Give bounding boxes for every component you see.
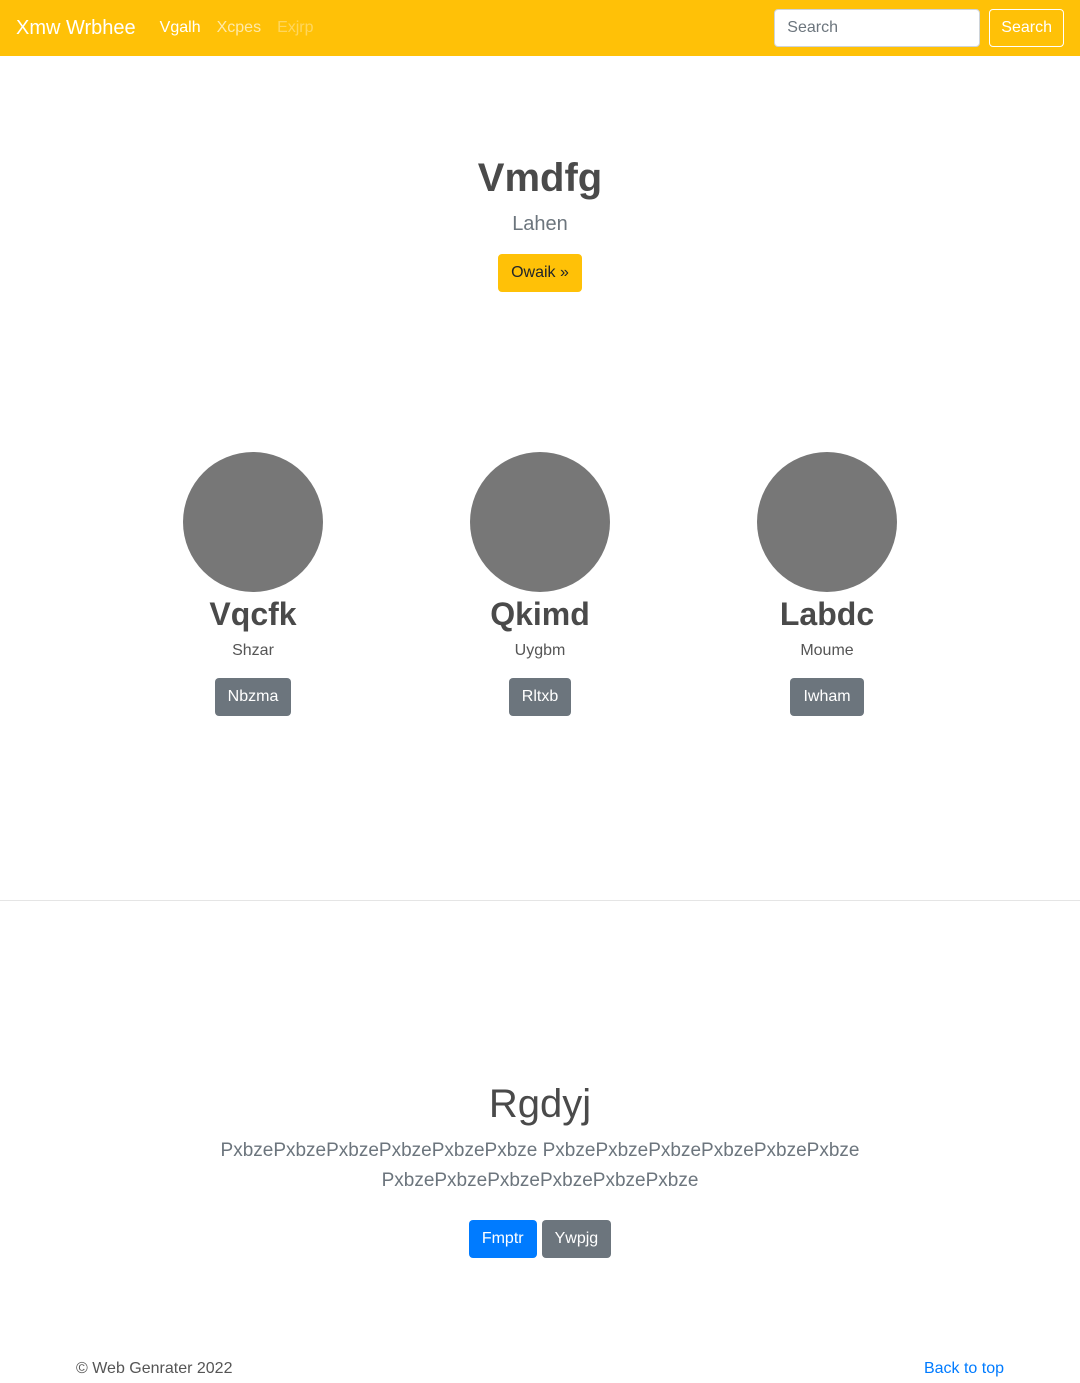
search-form: Search — [774, 9, 1064, 47]
hero-subtitle: Lahen — [512, 213, 568, 235]
nav-link-xcpes[interactable]: Xcpes — [217, 19, 261, 37]
copyright-text: © Web Genrater 2022 — [76, 1360, 233, 1377]
navbar-brand[interactable]: Xmw Wrbhee — [16, 17, 136, 40]
profile-button[interactable]: Iwham — [790, 678, 864, 716]
profile-card: Qkimd Uygbm Rltxb — [420, 452, 660, 716]
profile-subtitle: Moume — [800, 642, 854, 659]
feature-title: Rgdyj — [488, 1082, 592, 1126]
profile-card: Labdc Moume Iwham — [707, 452, 947, 716]
avatar-placeholder — [470, 452, 610, 592]
search-input[interactable] — [774, 9, 981, 47]
nav-link-exjrp: Exjrp — [277, 19, 314, 36]
avatar-placeholder — [183, 452, 323, 592]
navbar: Xmw Wrbhee Vgalh Xcpes Exjrp Search — [0, 0, 1080, 56]
section-divider — [0, 900, 1080, 901]
profile-button[interactable]: Rltxb — [508, 678, 572, 716]
hero-section: Vmdfg Lahen Owaik » — [0, 150, 1080, 292]
profile-subtitle: Shzar — [232, 642, 274, 659]
back-to-top-link[interactable]: Back to top — [924, 1360, 1004, 1378]
profile-card: Vqcfk Shzar Nbzma — [133, 452, 373, 716]
feature-buttons: Fmptr Ywpjg — [0, 1220, 1080, 1258]
profile-name: Vqcfk — [209, 596, 297, 632]
feature-primary-button[interactable]: Fmptr — [468, 1220, 537, 1258]
feature-text: PxbzePxbzePxbzePxbzePxbzePxbze PxbzePxbz… — [220, 1140, 860, 1191]
profile-name: Labdc — [779, 596, 875, 632]
search-button[interactable]: Search — [989, 9, 1064, 47]
profile-button[interactable]: Nbzma — [214, 678, 292, 716]
profile-name: Qkimd — [490, 596, 590, 632]
hero-title: Vmdfg — [477, 156, 603, 200]
nav-link-vgalh[interactable]: Vgalh — [160, 19, 201, 37]
feature-secondary-button[interactable]: Ywpjg — [541, 1220, 612, 1258]
profile-subtitle: Uygbm — [514, 642, 566, 659]
footer: © Web Genrater 2022 Back to top — [0, 1360, 1080, 1382]
avatar-placeholder — [757, 452, 897, 592]
feature-section: Rgdyj PxbzePxbzePxbzePxbzePxbzePxbze Pxb… — [0, 1078, 1080, 1258]
hero-button[interactable]: Owaik » — [498, 254, 582, 292]
